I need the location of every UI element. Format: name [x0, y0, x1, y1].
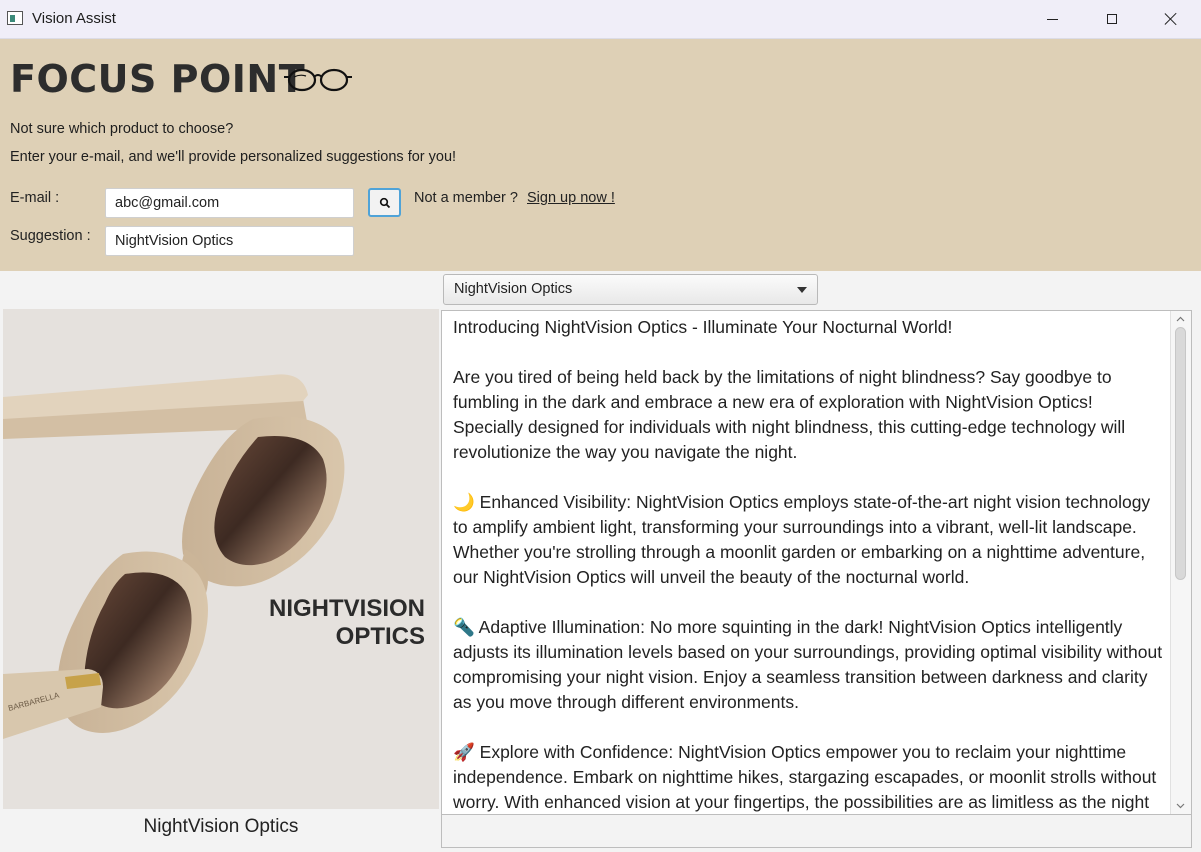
description-paragraph: 🚀 Explore with Confidence: NightVision O…	[453, 742, 1157, 812]
description-paragraph: Are you tired of being held back by the …	[453, 367, 1126, 462]
description-paragraph: 🌙 Enhanced Visibility: NightVision Optic…	[453, 492, 1151, 587]
intro-question: Not sure which product to choose?	[10, 121, 234, 137]
image-title-line1: NIGHTVISION	[269, 595, 425, 622]
member-prompt: Not a member ?	[414, 190, 518, 206]
close-button[interactable]	[1141, 0, 1201, 38]
image-title-line2: OPTICS	[336, 623, 425, 650]
product-image: BARBARELLA NIGHTVISION OPTICS	[3, 309, 439, 809]
app-icon	[7, 11, 23, 25]
window-title: Vision Assist	[32, 10, 116, 27]
search-button[interactable]	[368, 188, 401, 217]
textarea-footer	[441, 815, 1192, 848]
email-label: E-mail :	[10, 190, 60, 206]
description-textarea[interactable]: Introducing NightVision Optics - Illumin…	[441, 310, 1192, 815]
suggestion-field[interactable]: NightVision Optics	[105, 226, 354, 256]
maximize-button[interactable]	[1082, 0, 1142, 38]
vertical-scrollbar[interactable]	[1170, 311, 1191, 814]
signup-link[interactable]: Sign up now !	[527, 190, 615, 206]
description-content: Introducing NightVision Optics - Illumin…	[453, 315, 1165, 814]
scroll-up-icon[interactable]	[1176, 315, 1185, 324]
product-caption: NightVision Optics	[143, 816, 299, 837]
scroll-down-icon[interactable]	[1176, 801, 1185, 810]
search-icon	[379, 197, 390, 208]
glasses-icon	[284, 68, 352, 92]
suggestion-label: Suggestion :	[10, 228, 91, 244]
email-field[interactable]: abc@gmail.com	[105, 188, 354, 218]
close-icon	[1164, 12, 1178, 26]
scrollbar-thumb[interactable]	[1175, 327, 1186, 580]
title-bar: Vision Assist	[0, 0, 1201, 39]
maximize-icon	[1107, 14, 1117, 24]
header-panel: FOCUS POINT Not sure which product to ch…	[0, 39, 1201, 271]
description-paragraph: Introducing NightVision Optics - Illumin…	[453, 317, 953, 337]
product-dropdown-value: NightVision Optics	[454, 281, 573, 297]
chevron-down-icon	[797, 287, 807, 293]
product-dropdown[interactable]: NightVision Optics	[443, 274, 818, 305]
intro-instructions: Enter your e-mail, and we'll provide per…	[10, 149, 457, 165]
description-paragraph: 🔦 Adaptive Illumination: No more squinti…	[453, 617, 1163, 712]
minimize-button[interactable]	[1022, 0, 1082, 38]
minimize-icon	[1046, 18, 1058, 20]
brand-title: FOCUS POINT	[10, 57, 306, 101]
